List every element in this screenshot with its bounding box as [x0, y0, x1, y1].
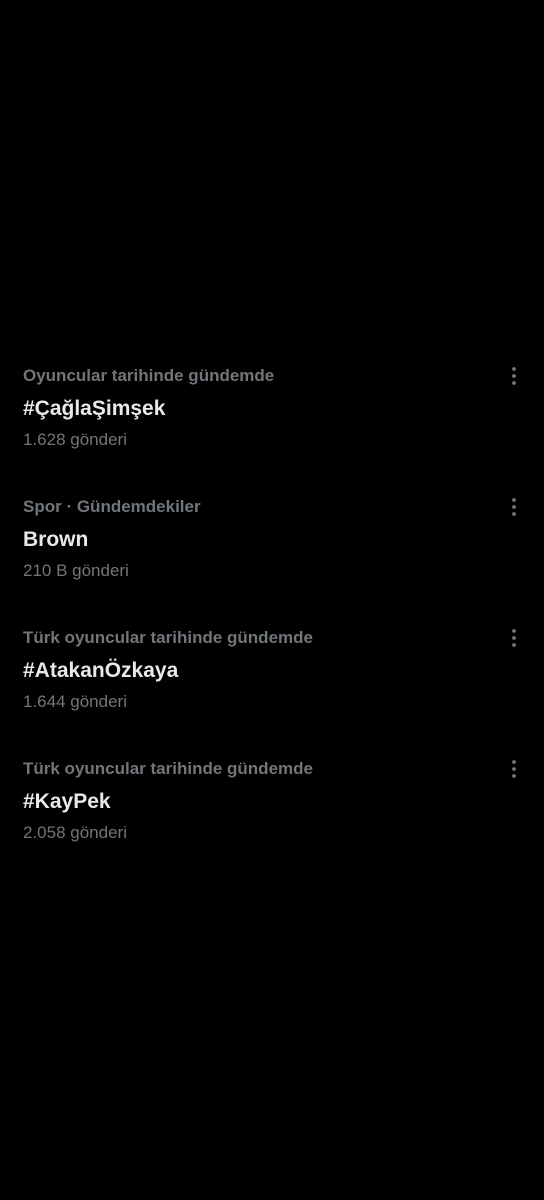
trend-item[interactable]: Türk oyuncular tarihinde gündemde #Ataka…: [0, 622, 544, 753]
trend-item[interactable]: Türk oyuncular tarihinde gündemde #KayPe…: [0, 753, 544, 884]
trend-post-count: 1.644 gönderi: [23, 692, 127, 711]
more-vertical-icon: [512, 760, 516, 778]
trend-post-count: 210 B gönderi: [23, 561, 129, 580]
trend-post-count: 2.058 gönderi: [23, 823, 127, 842]
trends-list: Oyuncular tarihinde gündemde #ÇağlaŞimşe…: [0, 360, 544, 884]
more-vertical-icon: [512, 629, 516, 647]
trend-title: Brown: [23, 528, 89, 551]
trend-context: Türk oyuncular tarihinde gündemde: [23, 759, 313, 778]
more-options-button[interactable]: [502, 364, 526, 388]
trend-context: Oyuncular tarihinde gündemde: [23, 366, 275, 385]
trend-post-count: 1.628 gönderi: [23, 430, 127, 449]
trend-title: #ÇağlaŞimşek: [23, 397, 166, 420]
trend-title: #AtakanÖzkaya: [23, 659, 179, 682]
trends-screen: { "trends": [ { "context": "Oyuncular ta…: [0, 0, 544, 1200]
trend-item[interactable]: Spor · Gündemdekiler Brown 210 B gönderi: [0, 491, 544, 622]
more-options-button[interactable]: [502, 626, 526, 650]
trend-context: Spor · Gündemdekiler: [23, 497, 201, 516]
trend-item[interactable]: Oyuncular tarihinde gündemde #ÇağlaŞimşe…: [0, 360, 544, 491]
more-options-button[interactable]: [502, 757, 526, 781]
more-vertical-icon: [512, 367, 516, 385]
trend-title: #KayPek: [23, 790, 111, 813]
more-vertical-icon: [512, 498, 516, 516]
trend-context: Türk oyuncular tarihinde gündemde: [23, 628, 313, 647]
more-options-button[interactable]: [502, 495, 526, 519]
